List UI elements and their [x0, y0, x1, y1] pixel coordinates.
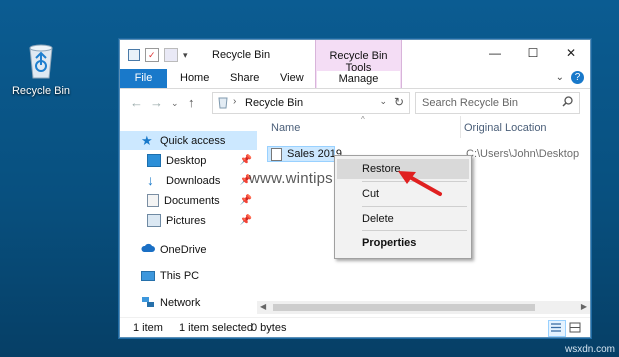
nav-label: This PC: [160, 269, 200, 282]
navigation-pane: ★ Quick access Desktop 📌 ↓ Downloads 📌 D…: [120, 124, 257, 314]
address-path: Recycle Bin: [245, 97, 304, 109]
sort-ascending-icon: ^: [361, 115, 365, 124]
menu-label: Delete: [362, 213, 394, 225]
search-box[interactable]: Search Recycle Bin: [415, 92, 580, 114]
menu-item-properties[interactable]: Properties: [337, 233, 469, 253]
minimize-button[interactable]: —: [476, 40, 514, 66]
nav-documents[interactable]: Documents 📌: [120, 191, 257, 210]
red-arrow-pointer-icon: [398, 171, 442, 196]
pin-icon[interactable]: 📌: [240, 215, 252, 226]
nav-label: Downloads: [166, 174, 221, 187]
download-icon: ↓: [147, 172, 154, 188]
horizontal-scrollbar[interactable]: ◀ ▶: [257, 301, 590, 314]
menu-item-delete[interactable]: Delete: [337, 209, 469, 229]
tab-share[interactable]: Share: [230, 72, 259, 84]
status-size: 0 bytes: [251, 322, 287, 334]
file-icon: [271, 148, 282, 161]
scroll-thumb[interactable]: [273, 304, 535, 311]
menu-label: Restore: [362, 163, 401, 175]
network-icon: [141, 296, 155, 309]
status-item-count: 1 item: [133, 322, 163, 334]
nav-label: Quick access: [160, 134, 226, 147]
large-icons-view-icon: [569, 322, 581, 333]
ribbon-expand-icon[interactable]: ⌄: [556, 72, 564, 83]
scroll-left-icon[interactable]: ◀: [260, 302, 266, 311]
nav-label: Desktop: [166, 154, 207, 167]
menu-separator: [362, 230, 467, 231]
recycle-bin-icon: [29, 44, 53, 79]
properties-icon[interactable]: ✓: [145, 48, 159, 62]
pin-icon[interactable]: 📌: [240, 195, 252, 206]
scroll-right-icon[interactable]: ▶: [581, 302, 587, 311]
address-dropdown-icon[interactable]: ⌄: [379, 96, 387, 107]
status-selected: 1 item selected: [179, 322, 253, 334]
tab-home[interactable]: Home: [180, 72, 209, 84]
back-arrow-icon[interactable]: ←: [130, 95, 143, 110]
pictures-icon: [147, 214, 161, 227]
large-icons-view-button[interactable]: [567, 320, 585, 337]
breadcrumb-separator-icon: ›: [233, 96, 237, 107]
nav-desktop[interactable]: Desktop 📌: [120, 151, 257, 170]
recent-locations-icon[interactable]: ⌄: [171, 98, 179, 109]
status-bar: 1 item 1 item selected 0 bytes: [120, 317, 590, 338]
help-icon[interactable]: ?: [571, 71, 584, 84]
pin-icon[interactable]: 📌: [240, 155, 252, 166]
close-button[interactable]: ✕: [552, 40, 590, 66]
menu-label: Cut: [362, 188, 380, 200]
quick-access-toolbar: ✓ ▾: [128, 48, 191, 62]
search-icon[interactable]: [562, 96, 573, 107]
tab-file[interactable]: File: [120, 69, 167, 88]
nav-onedrive[interactable]: OneDrive: [120, 240, 257, 259]
ribbon-tabs: File Home Share View ⌄ ?: [120, 69, 590, 89]
qat-dropdown-icon[interactable]: ▾: [183, 49, 191, 61]
corner-watermark: wsxdn.com: [564, 344, 615, 355]
window-title: Recycle Bin: [212, 49, 271, 61]
star-icon: ★: [141, 133, 153, 148]
column-header-name[interactable]: Name: [271, 122, 300, 134]
details-view-icon: [551, 323, 561, 332]
nav-this-pc[interactable]: This PC: [120, 266, 257, 285]
cloud-icon: [141, 243, 155, 256]
nav-label: Network: [160, 296, 201, 309]
address-bar[interactable]: › Recycle Bin ⌄ ↻: [212, 92, 410, 114]
menu-label: Properties: [362, 237, 417, 249]
up-arrow-icon[interactable]: ↑: [188, 95, 195, 110]
tab-view[interactable]: View: [280, 72, 304, 84]
nav-network[interactable]: Network: [120, 293, 257, 312]
refresh-icon[interactable]: ↻: [394, 95, 404, 109]
address-row: ← → ⌄ ↑ › Recycle Bin ⌄ ↻ Search Recycle…: [120, 89, 590, 116]
recycle-bin-label: Recycle Bin: [11, 85, 71, 97]
file-original-location: C:\Users\John\Desktop: [466, 148, 580, 160]
desktop-folder-icon: [147, 154, 161, 167]
app-icon[interactable]: [128, 49, 140, 61]
computer-icon: [141, 270, 155, 281]
new-folder-icon[interactable]: [164, 48, 178, 62]
desktop-recycle-bin[interactable]: Recycle Bin: [8, 42, 74, 97]
maximize-button[interactable]: ☐: [514, 40, 552, 66]
nav-label: Documents: [164, 194, 220, 207]
forward-arrow-icon[interactable]: →: [150, 95, 163, 110]
nav-label: Pictures: [166, 214, 206, 227]
nav-downloads[interactable]: ↓ Downloads 📌: [120, 171, 257, 190]
details-view-button[interactable]: [548, 320, 566, 337]
column-header-original-location[interactable]: Original Location: [464, 122, 547, 134]
recycle-bin-small-icon: [218, 97, 228, 109]
nav-quick-access[interactable]: ★ Quick access: [120, 131, 257, 150]
column-divider[interactable]: [460, 116, 461, 138]
title-bar: ✓ ▾ Recycle Bin Recycle Bin Tools Manage…: [120, 40, 590, 88]
nav-pictures[interactable]: Pictures 📌: [120, 211, 257, 230]
documents-icon: [147, 194, 159, 207]
menu-separator: [362, 206, 467, 207]
search-placeholder: Search Recycle Bin: [422, 97, 518, 109]
nav-label: OneDrive: [160, 243, 207, 256]
